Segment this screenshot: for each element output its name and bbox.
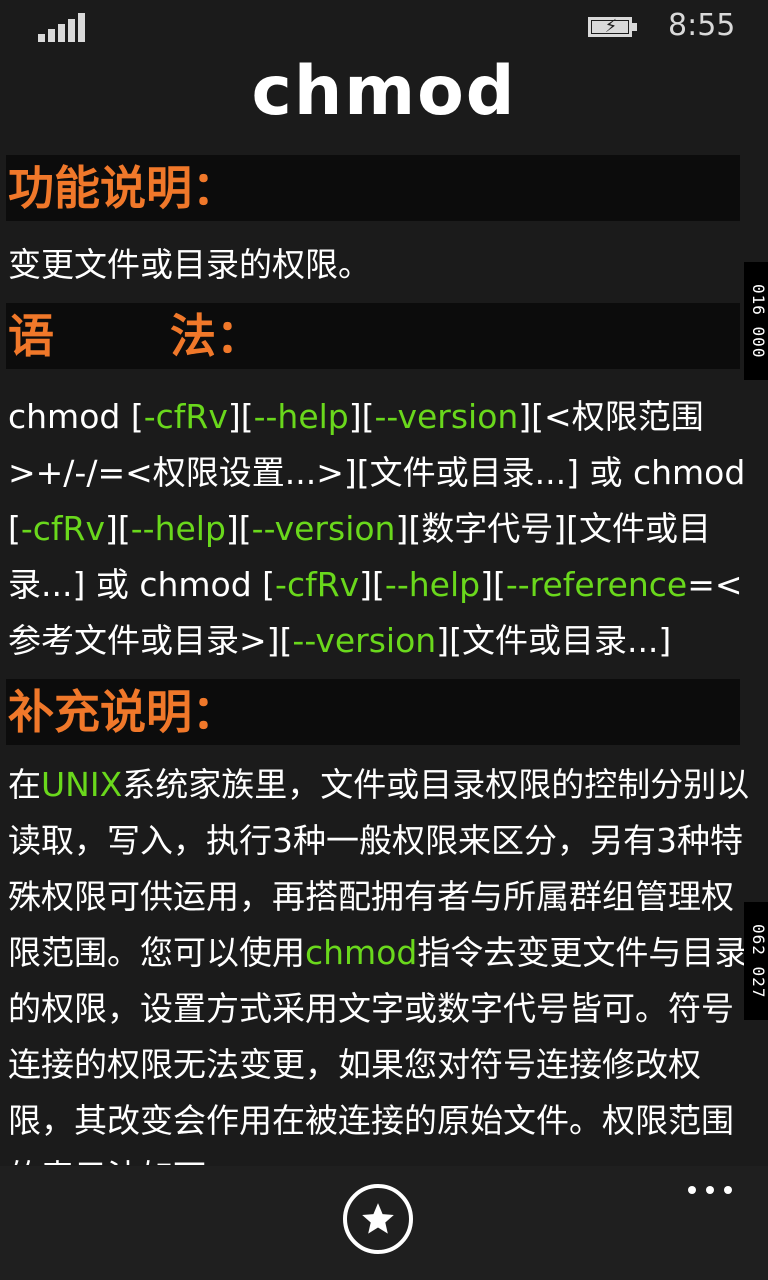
syntax-heading-part-b: 法： [170,309,262,363]
syntax-heading-part-a: 语 [8,309,54,363]
more-options-button[interactable] [686,1180,736,1200]
function-description: 变更文件或目录的权限。 [8,245,371,284]
favorite-button[interactable] [343,1184,413,1254]
notes-text: 在UNIX系统家族里，文件或目录权限的控制分别以读取，写入，执行3种一般权限来区… [8,765,750,1165]
battery-charging-icon: ⚡ [588,14,640,40]
scroll-position-marker: 016 000 [744,262,768,380]
status-time: 8:55 [668,8,736,43]
section-heading-function: 功能说明： [6,155,740,221]
section-heading-syntax: 语 法： [6,303,740,369]
section-heading-notes: 补充说明： [6,679,740,745]
signal-strength-icon [38,12,86,42]
app-bar [0,1166,768,1280]
scroll-position-marker: 062 027 [744,902,768,1020]
status-bar: ⚡ 8:55 [0,0,768,56]
star-icon [362,1203,394,1234]
content-scroll[interactable]: 功能说明： 变更文件或目录的权限。 语 法： chmod [-cfRv][--he… [0,155,768,1165]
page-title: chmod [251,52,517,131]
syntax-text: chmod [-cfRv][--help][--version][<权限范围>+… [8,397,746,660]
